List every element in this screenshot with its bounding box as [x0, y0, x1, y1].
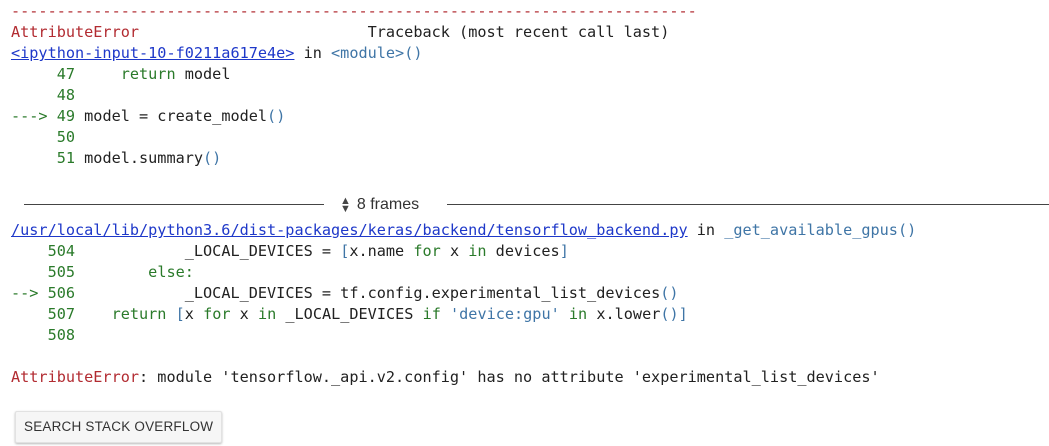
code-line: 504 _LOCAL_DEVICES = [x.name for x in de…	[11, 241, 569, 262]
frames-count: 8 frames	[356, 196, 420, 213]
line-arrow: --->	[11, 107, 57, 125]
final-error-message: : module 'tensorflow._api.v2.config' has…	[139, 368, 880, 386]
code-token: ()]	[660, 305, 688, 323]
frame1-location: <ipython-input-10-f0211a617e4e> in <modu…	[11, 44, 423, 62]
line-arrow	[11, 326, 48, 344]
line-code: model = create_model	[75, 107, 268, 125]
code-token: else:	[148, 263, 194, 281]
line-number: 507	[47, 305, 76, 323]
separator-line-right	[447, 204, 1049, 205]
final-error: AttributeError: module 'tensorflow._api.…	[11, 367, 880, 388]
code-token: in	[568, 305, 588, 323]
code-line: 50	[11, 127, 75, 148]
code-token: x	[184, 305, 204, 323]
line-arrow	[11, 305, 48, 323]
code-token: [	[340, 242, 350, 260]
code-token: if	[422, 305, 441, 323]
code-line: 508	[11, 325, 75, 346]
traceback-title: Traceback (most recent call last)	[367, 23, 670, 41]
line-number: 505	[47, 263, 76, 281]
code-token: [	[175, 305, 185, 323]
final-error-type: AttributeError	[11, 368, 140, 386]
code-token: 'device:gpu'	[450, 305, 560, 323]
line-number: 49	[56, 107, 76, 125]
code-token: x	[230, 305, 258, 323]
code-token: in	[468, 242, 487, 260]
line-parens: ()	[267, 107, 286, 125]
line-code: model.summary	[75, 149, 204, 167]
search-stack-overflow-button[interactable]: SEARCH STACK OVERFLOW	[15, 411, 223, 443]
error-type: AttributeError	[11, 23, 140, 41]
frame2-location: /usr/local/lib/python3.6/dist-packages/k…	[11, 221, 917, 239]
line-arrow	[11, 128, 57, 146]
code-token: x	[440, 242, 469, 260]
code-token: for	[413, 242, 441, 260]
line-number: 51	[56, 149, 76, 167]
traceback-divider: ----------------------------------------…	[11, 2, 697, 20]
code-token: _LOCAL_DEVICES = tf.config.experimental_…	[75, 284, 661, 302]
code-token: in	[257, 305, 277, 323]
frame2-file-link[interactable]: /usr/local/lib/python3.6/dist-packages/k…	[11, 221, 688, 239]
code-token: x.name	[349, 242, 414, 260]
separator-line-left	[24, 204, 324, 205]
line-number: 48	[56, 86, 76, 104]
frame1-file-link[interactable]: <ipython-input-10-f0211a617e4e>	[11, 44, 294, 62]
traceback-header: AttributeError Traceback (most recent ca…	[11, 22, 669, 43]
code-line: --> 506 _LOCAL_DEVICES = tf.config.exper…	[11, 283, 679, 304]
line-parens: ()	[203, 149, 222, 167]
line-number: 47	[56, 65, 76, 83]
line-number: 508	[47, 326, 76, 344]
code-line: ---> 49 model = create_model()	[11, 106, 285, 127]
frames-separator: ▲ ▼ 8 frames	[0, 193, 1049, 217]
code-token: for	[203, 305, 231, 323]
code-token: devices	[486, 242, 560, 260]
code-line: 505 else:	[11, 262, 194, 283]
code-token: _LOCAL_DEVICES =	[75, 242, 341, 260]
code-token: x.lower	[587, 305, 661, 323]
line-arrow	[11, 65, 57, 83]
code-token: return	[111, 305, 167, 323]
expand-collapse-chevron-icon: ▲ ▼	[340, 195, 351, 215]
line-arrow	[11, 263, 48, 281]
code-line: 47 return model	[11, 64, 231, 85]
line-arrow	[11, 242, 48, 260]
code-token: ]	[559, 242, 569, 260]
frame1-function: <module>	[331, 44, 405, 62]
line-arrow	[11, 86, 57, 104]
line-code: return model	[120, 65, 231, 83]
line-arrow	[11, 149, 57, 167]
code-line: 507 return [x for x in _LOCAL_DEVICES if…	[11, 304, 688, 325]
code-line: 48	[11, 85, 75, 106]
line-arrow: -->	[11, 284, 48, 302]
code-line: 51 model.summary()	[11, 148, 222, 169]
line-number: 504	[47, 242, 76, 260]
frames-toggle[interactable]: ▲ ▼ 8 frames	[336, 193, 423, 217]
frame2-function: _get_available_gpus	[724, 221, 898, 239]
line-number: 506	[47, 284, 76, 302]
code-token: ()	[660, 284, 679, 302]
line-number: 50	[56, 128, 76, 146]
code-token: _LOCAL_DEVICES	[276, 305, 423, 323]
